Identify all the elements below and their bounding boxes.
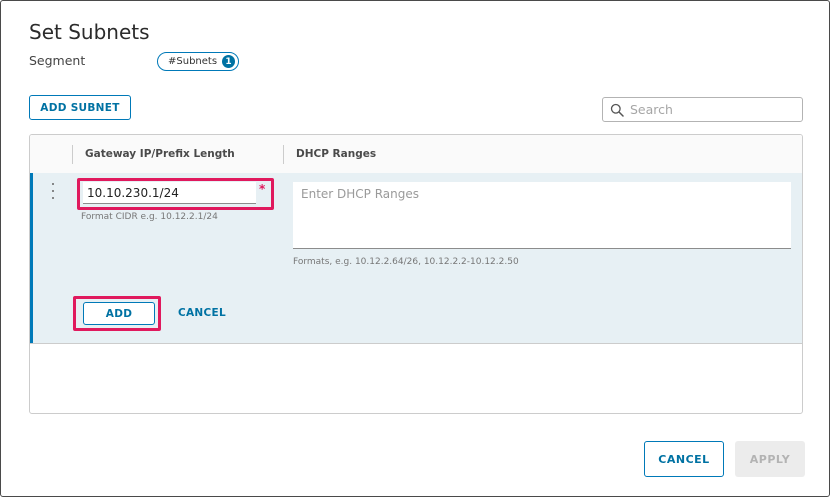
set-subnets-dialog: Set Subnets Segment #Subnets 1 ADD SUBNE… [0, 0, 830, 497]
search-box[interactable] [602, 97, 803, 122]
gateway-ip-input[interactable] [83, 182, 256, 204]
subnets-grid: Gateway IP/Prefix Length DHCP Ranges * F… [29, 134, 803, 414]
dhcp-ranges-input[interactable] [293, 182, 791, 249]
segment-label: Segment [29, 53, 86, 68]
row-actions-icon[interactable] [48, 183, 58, 199]
column-header-gateway[interactable]: Gateway IP/Prefix Length [85, 148, 235, 160]
add-subnet-button[interactable]: ADD SUBNET [29, 95, 131, 120]
add-row-button[interactable]: ADD [83, 302, 155, 325]
gateway-format-hint: Format CIDR e.g. 10.12.2.1/24 [81, 212, 218, 222]
apply-button[interactable]: APPLY [735, 441, 805, 477]
subnets-count-pill[interactable]: #Subnets 1 [157, 52, 240, 71]
search-icon [610, 103, 624, 117]
subnets-pill-label: #Subnets [168, 56, 218, 67]
row-accent-bar [30, 173, 33, 343]
subnet-edit-row: * Format CIDR e.g. 10.12.2.1/24 Formats,… [30, 173, 802, 344]
search-input[interactable] [630, 102, 790, 117]
dialog-title: Set Subnets [29, 20, 150, 44]
cancel-button[interactable]: CANCEL [644, 441, 724, 477]
subnets-count-badge: 1 [222, 55, 236, 68]
column-header-dhcp[interactable]: DHCP Ranges [296, 148, 376, 160]
grid-header: Gateway IP/Prefix Length DHCP Ranges [30, 135, 802, 174]
required-marker: * [259, 182, 266, 196]
column-separator [283, 145, 284, 164]
column-separator [72, 145, 73, 164]
dhcp-format-hint: Formats, e.g. 10.12.2.64/26, 10.12.2.2-1… [293, 257, 519, 267]
cancel-row-button[interactable]: CANCEL [178, 307, 226, 319]
